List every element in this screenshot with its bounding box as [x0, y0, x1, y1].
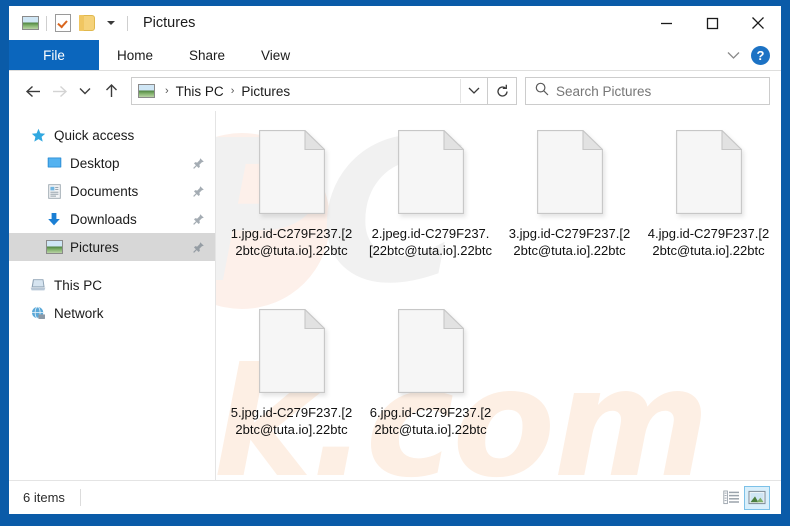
breadcrumb-pictures[interactable]: Pictures — [239, 84, 292, 99]
sidebar-label-downloads: Downloads — [70, 211, 137, 227]
customize-dropdown-icon[interactable] — [99, 11, 123, 35]
minimize-button[interactable] — [643, 6, 689, 40]
file-item[interactable]: 3.jpg.id-C279F237.[22btc@tuta.io].22btc — [500, 123, 639, 302]
tab-file[interactable]: File — [9, 40, 99, 70]
screen: Pictures File Home Share View ? › This P… — [0, 0, 790, 526]
large-icons-view-button[interactable] — [744, 485, 770, 510]
title-bar: Pictures — [9, 6, 781, 40]
generic-file-icon — [675, 129, 743, 214]
downloads-icon — [45, 212, 63, 227]
sidebar-item-downloads[interactable]: Downloads — [9, 205, 215, 233]
generic-file-icon — [397, 129, 465, 214]
window-title: Pictures — [143, 15, 196, 31]
documents-icon — [45, 183, 63, 199]
generic-file-icon — [397, 308, 465, 393]
file-name: 5.jpg.id-C279F237.[22btc@tuta.io].22btc — [230, 405, 353, 437]
ribbon-spacer — [308, 40, 722, 70]
file-list-view[interactable]: PC risk.com 1.jpg.id-C279F237.[22btc@tut… — [216, 111, 781, 480]
up-button[interactable] — [98, 78, 124, 104]
sidebar-item-quick-access[interactable]: Quick access — [9, 121, 215, 149]
details-view-button[interactable] — [718, 486, 744, 510]
file-explorer-window: Pictures File Home Share View ? › This P… — [9, 6, 781, 514]
address-dropdown-icon[interactable] — [460, 79, 487, 103]
sidebar-item-this-pc[interactable]: This PC — [9, 271, 215, 299]
new-folder-icon[interactable] — [75, 11, 99, 35]
file-item[interactable]: 5.jpg.id-C279F237.[22btc@tuta.io].22btc — [222, 302, 361, 480]
tab-home[interactable]: Home — [99, 40, 171, 70]
this-pc-icon — [29, 278, 47, 292]
status-bar: 6 items — [9, 480, 781, 514]
star-icon — [29, 128, 47, 143]
navigation-pane: Quick access Desktop Documents Downloads… — [9, 111, 216, 480]
file-name: 3.jpg.id-C279F237.[22btc@tuta.io].22btc — [508, 226, 631, 258]
ribbon-tab-bar: File Home Share View ? — [9, 40, 781, 71]
forward-button — [46, 78, 72, 104]
sidebar-label-this-pc: This PC — [54, 277, 103, 293]
recent-locations-button[interactable] — [72, 78, 98, 104]
sidebar-label-network: Network — [54, 305, 104, 321]
sidebar-label-quick-access: Quick access — [54, 127, 135, 143]
file-name: 4.jpg.id-C279F237.[22btc@tuta.io].22btc — [647, 226, 770, 258]
address-bar[interactable]: › This PC › Pictures — [131, 77, 488, 105]
quick-access-toolbar — [9, 11, 132, 35]
network-icon — [29, 306, 47, 320]
close-button[interactable] — [735, 6, 781, 40]
toolbar-divider-2 — [127, 15, 128, 31]
refresh-button[interactable] — [488, 77, 517, 105]
item-count: 6 items — [23, 490, 65, 505]
breadcrumb-this-pc[interactable]: This PC — [174, 84, 226, 99]
pictures-icon — [45, 240, 63, 254]
pin-icon[interactable] — [192, 213, 205, 226]
breadcrumb-pictures-icon — [138, 84, 155, 98]
generic-file-icon — [258, 308, 326, 393]
pictures-icon[interactable] — [18, 11, 42, 35]
help-icon[interactable]: ? — [751, 45, 770, 65]
search-box[interactable]: Search Pictures — [525, 77, 770, 105]
properties-icon[interactable] — [51, 11, 75, 35]
pin-icon[interactable] — [192, 241, 205, 254]
chevron-down-icon[interactable] — [722, 44, 744, 66]
file-grid: 1.jpg.id-C279F237.[22btc@tuta.io].22btc … — [216, 111, 781, 480]
sidebar-item-pictures[interactable]: Pictures — [9, 233, 215, 261]
generic-file-icon — [258, 129, 326, 214]
sidebar-label-desktop: Desktop — [70, 155, 120, 171]
status-divider — [79, 489, 81, 506]
ribbon-right-controls: ? — [722, 40, 781, 70]
breadcrumb-separator-1: › — [165, 85, 169, 97]
pin-icon[interactable] — [192, 157, 205, 170]
toolbar-divider — [46, 15, 47, 31]
sidebar-item-documents[interactable]: Documents — [9, 177, 215, 205]
sidebar-item-network[interactable]: Network — [9, 299, 215, 327]
file-item[interactable]: 1.jpg.id-C279F237.[22btc@tuta.io].22btc — [222, 123, 361, 302]
file-name: 6.jpg.id-C279F237.[22btc@tuta.io].22btc — [369, 405, 492, 437]
file-item[interactable]: 6.jpg.id-C279F237.[22btc@tuta.io].22btc — [361, 302, 500, 480]
file-item[interactable]: 2.jpeg.id-C279F237.[22btc@tuta.io].22btc — [361, 123, 500, 302]
sidebar-item-desktop[interactable]: Desktop — [9, 149, 215, 177]
file-name: 1.jpg.id-C279F237.[22btc@tuta.io].22btc — [230, 226, 353, 258]
search-input[interactable]: Search Pictures — [556, 84, 651, 99]
file-name: 2.jpeg.id-C279F237.[22btc@tuta.io].22btc — [368, 226, 493, 258]
search-icon — [535, 82, 549, 101]
desktop-icon — [45, 156, 63, 170]
breadcrumb-separator-2: › — [230, 85, 235, 97]
sidebar-label-pictures: Pictures — [70, 239, 119, 255]
maximize-button[interactable] — [689, 6, 735, 40]
sidebar-label-documents: Documents — [70, 183, 139, 199]
pin-icon[interactable] — [192, 185, 205, 198]
tab-share[interactable]: Share — [171, 40, 243, 70]
generic-file-icon — [536, 129, 604, 214]
back-button[interactable] — [20, 78, 46, 104]
explorer-body: Quick access Desktop Documents Downloads… — [9, 111, 781, 480]
file-item[interactable]: 4.jpg.id-C279F237.[22btc@tuta.io].22btc — [639, 123, 778, 302]
address-bar-row: › This PC › Pictures Search Pictures — [9, 71, 781, 111]
tab-view[interactable]: View — [243, 40, 308, 70]
